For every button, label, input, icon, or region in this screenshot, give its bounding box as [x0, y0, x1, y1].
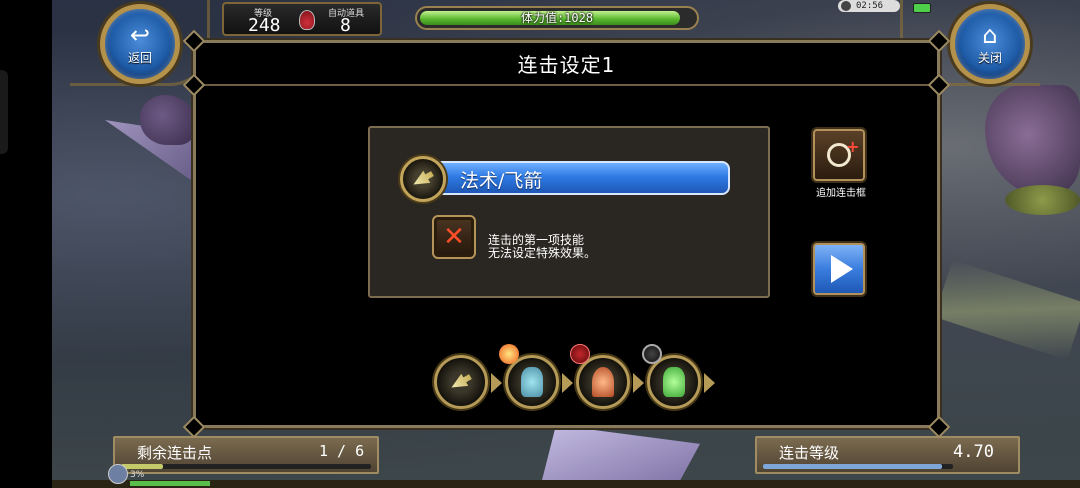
level-value: 248 [248, 15, 281, 36]
green-figure-icon [663, 367, 685, 397]
auto-item-value: 8 [340, 15, 351, 36]
next-button[interactable] [813, 243, 865, 295]
play-icon [831, 255, 853, 283]
close-button[interactable]: ⌂ 关闭 [950, 4, 1030, 84]
x-icon: ✕ [443, 222, 465, 252]
combo-settings-panel: 连击设定1 法术/飞箭 ✕ 连击的第一项技能 无法设定特殊效果。 + 追加连击框 [182, 29, 951, 439]
skill-icon[interactable] [400, 156, 446, 202]
red-figure-icon [592, 367, 614, 397]
chain-connector-icon [491, 373, 502, 393]
potion-icon [299, 10, 315, 30]
chain-connector-icon [704, 373, 715, 393]
skill-name-bar[interactable]: 法术/飞箭 [430, 161, 730, 195]
player-stats: 等级 248 自动道具 8 [222, 2, 382, 36]
monster-left [140, 95, 195, 145]
exp-percent: 3% [130, 470, 145, 480]
avatar[interactable] [108, 464, 128, 484]
exp-fill [130, 481, 210, 486]
slime-decoration [1005, 185, 1080, 215]
combo-level-track [763, 464, 953, 469]
chain-connector-icon [633, 373, 644, 393]
chain-slot-arrow[interactable] [434, 355, 488, 409]
combo-level: 连击等级 4.70 [755, 436, 1020, 474]
remaining-combo-points: 剩余连击点 1 / 6 [113, 436, 379, 474]
red-badge-icon [570, 344, 590, 364]
combo-level-fill [763, 464, 942, 469]
remaining-track [121, 464, 371, 469]
blue-figure-icon [521, 367, 543, 397]
home-icon: ⌂ [982, 20, 998, 49]
panel-title: 连击设定1 [517, 53, 616, 77]
screen-edge [0, 0, 52, 488]
add-ring-icon: + [827, 137, 859, 167]
combo-level-label: 连击等级 [779, 444, 840, 462]
fire-badge-icon [499, 344, 519, 364]
panel-header: 连击设定1 [196, 43, 937, 86]
screen-notch [0, 70, 8, 154]
back-arrow-icon: ↩ [129, 20, 151, 49]
stamina-bar: 体力值:1028 [415, 6, 699, 30]
plus-icon: + [846, 137, 860, 156]
remaining-fill [121, 464, 163, 469]
monster-right [985, 85, 1080, 195]
arrow-icon [448, 370, 474, 393]
back-label: 返回 [127, 50, 152, 65]
dark-badge-icon [642, 344, 662, 364]
remaining-label: 剩余连击点 [137, 444, 213, 462]
stamina-text: 体力值:1028 [520, 11, 594, 25]
arrow-icon [410, 167, 436, 190]
crystal-bottom [540, 425, 700, 488]
disabled-effect-button[interactable]: ✕ [432, 215, 476, 259]
add-frame-label: 追加连击框 [816, 188, 866, 199]
combo-level-value: 4.70 [953, 442, 994, 462]
warning-line-2: 无法设定特殊效果。 [488, 246, 597, 260]
combo-detail-box: 法术/飞箭 ✕ 连击的第一项技能 无法设定特殊效果。 [368, 126, 770, 298]
close-label: 关闭 [977, 50, 1002, 65]
add-combo-frame-button[interactable]: + [813, 129, 865, 181]
remaining-value: 1 / 6 [319, 442, 365, 460]
back-button[interactable]: ↩ 返回 [100, 4, 180, 84]
clock-icon [841, 1, 851, 11]
chain-connector-icon [562, 373, 573, 393]
light-beam [934, 259, 1080, 361]
skill-name: 法术/飞箭 [460, 170, 543, 192]
battery-icon [913, 3, 931, 13]
warning-text: 连击的第一项技能 无法设定特殊效果。 [488, 234, 596, 260]
